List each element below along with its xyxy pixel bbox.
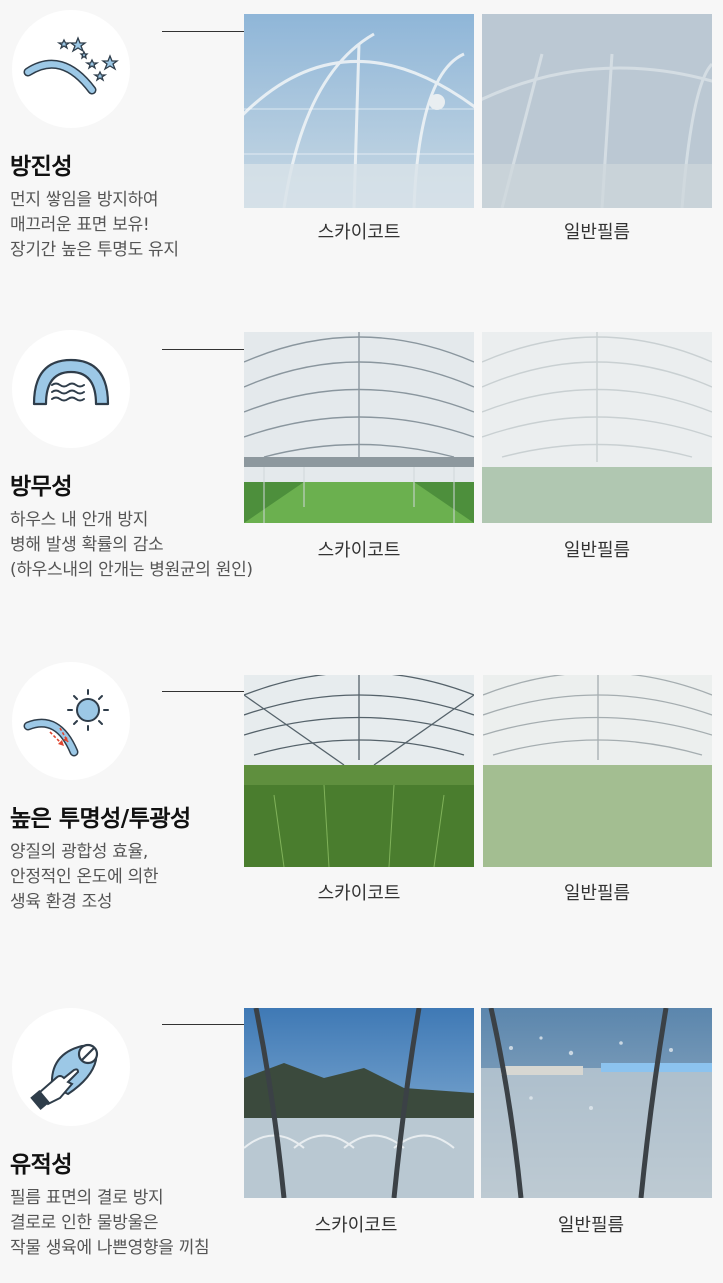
skycoat-photo [244, 332, 474, 523]
feature-title: 유적성 [10, 1152, 72, 1178]
photo-caption-normal-film: 일반필름 [563, 883, 631, 904]
photo-caption-normal-film: 일반필름 [557, 1215, 625, 1236]
connector-line [162, 349, 244, 350]
feature-description: 필름 표면의 결로 방지 결로로 인한 물방울은 작물 생육에 나쁜영향을 끼침 [10, 1188, 210, 1258]
connector-line [162, 691, 244, 692]
skycoat-photo [244, 1008, 474, 1198]
feature-description: 하우스 내 안개 방지 병해 발생 확률의 감소 (하우스내의 안개는 병원균의… [10, 510, 253, 580]
photo-caption-normal-film: 일반필름 [563, 222, 631, 243]
photo-caption-skycoat: 스카이코트 [314, 1215, 398, 1236]
skycoat-photo [244, 675, 474, 867]
feature-description: 양질의 광합성 효율, 안정적인 온도에 의한 생육 환경 조성 [10, 842, 159, 912]
no-drip-hand-icon [12, 1008, 130, 1126]
fog-waves-icon [12, 330, 130, 448]
photo-caption-skycoat: 스카이코트 [317, 222, 401, 243]
dust-stars-icon [12, 10, 130, 128]
photo-caption-skycoat: 스카이코트 [317, 540, 401, 561]
feature-dustproof: 방진성 먼지 쌓임을 방지하여 매끄러운 표면 보유! 장기간 높은 투명도 유… [0, 0, 723, 300]
connector-line [162, 31, 244, 32]
photo-caption-normal-film: 일반필름 [563, 540, 631, 561]
normal-film-photo [482, 14, 712, 208]
sun-light-icon [12, 662, 130, 780]
photo-caption-skycoat: 스카이코트 [317, 883, 401, 904]
connector-line [162, 1024, 244, 1025]
feature-description: 먼지 쌓임을 방지하여 매끄러운 표면 보유! 장기간 높은 투명도 유지 [10, 190, 179, 260]
feature-title: 방진성 [10, 154, 72, 180]
skycoat-photo [244, 14, 474, 208]
feature-antifog: 방무성 하우스 내 안개 방지 병해 발생 확률의 감소 (하우스내의 안개는 … [0, 320, 723, 620]
feature-title: 방무성 [10, 474, 72, 500]
normal-film-photo [483, 675, 712, 867]
normal-film-photo [482, 332, 712, 523]
feature-transparency: 높은 투명성/투광성 양질의 광합성 효율, 안정적인 온도에 의한 생육 환경… [0, 652, 723, 972]
normal-film-photo [481, 1008, 712, 1198]
feature-title: 높은 투명성/투광성 [10, 806, 191, 832]
feature-antidrip: 유적성 필름 표면의 결로 방지 결로로 인한 물방울은 작물 생육에 나쁜영향… [0, 998, 723, 1283]
